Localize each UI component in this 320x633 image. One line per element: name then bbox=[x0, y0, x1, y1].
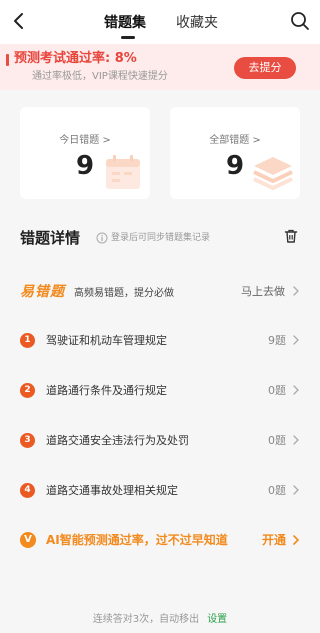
easy-mistakes-row[interactable]: 易错题 高频易错题，提分必做 马上去做 bbox=[0, 275, 320, 309]
chevron-right-icon bbox=[293, 485, 299, 495]
ai-prediction-text: AI智能预测通过率，过不过早知道 bbox=[46, 533, 228, 547]
item-count: 0题 bbox=[268, 434, 286, 447]
settings-link[interactable]: 设置 bbox=[207, 614, 227, 625]
item-title: 道路交通事故处理相关规定 bbox=[46, 484, 178, 497]
item-title: 道路通行条件及通行规定 bbox=[46, 384, 167, 397]
chevron-right-icon bbox=[293, 385, 299, 395]
item-number-badge: 4 bbox=[20, 483, 35, 498]
today-mistakes-label: 今日错题 > bbox=[59, 135, 111, 146]
start-now-link[interactable]: 马上去做 bbox=[241, 283, 285, 299]
chevron-right-icon bbox=[293, 435, 299, 445]
item-count: 0题 bbox=[268, 484, 286, 497]
promo-subtitle: 通过率极低，VIP课程快速提分 bbox=[32, 71, 168, 82]
activate-link[interactable]: 开通 bbox=[262, 532, 286, 548]
category-item-violations[interactable]: 3 道路交通安全违法行为及处罚 0题 bbox=[0, 426, 320, 456]
active-tab-indicator bbox=[121, 36, 135, 39]
back-arrow-icon[interactable] bbox=[8, 10, 30, 32]
chevron-right-icon bbox=[293, 286, 299, 296]
calendar-icon bbox=[106, 155, 140, 189]
item-count: 0题 bbox=[268, 384, 286, 397]
item-title: 驾驶证和机动车管理规定 bbox=[46, 334, 167, 347]
tab-mistakes[interactable]: 错题集 bbox=[104, 14, 146, 32]
category-item-traffic-rules[interactable]: 2 道路通行条件及通行规定 0题 bbox=[0, 376, 320, 406]
auto-remove-footer: 连续答对3次，自动移出 设置 bbox=[0, 613, 320, 626]
trash-icon[interactable] bbox=[283, 228, 299, 244]
promo-title: 预测考试通过率: 8% bbox=[14, 51, 137, 66]
login-sync-hint[interactable]: 登录后可同步错题集记录 bbox=[111, 232, 210, 244]
easy-mistakes-logo: 易错题 bbox=[20, 284, 65, 300]
promo-banner: 预测考试通过率: 8% 通过率极低，VIP课程快速提分 去提分 bbox=[0, 44, 320, 90]
category-item-accidents[interactable]: 4 道路交通事故处理相关规定 0题 bbox=[0, 476, 320, 506]
item-number-badge: 2 bbox=[20, 383, 35, 398]
all-mistakes-label: 全部错题 > bbox=[209, 135, 261, 146]
auto-remove-text: 连续答对3次，自动移出 bbox=[92, 614, 200, 625]
chevron-right-icon bbox=[293, 535, 300, 545]
item-count: 9题 bbox=[268, 334, 286, 347]
ai-prediction-row[interactable]: V AI智能预测通过率，过不过早知道 开通 bbox=[0, 526, 320, 556]
all-mistakes-card[interactable]: 全部错题 > 9 bbox=[170, 107, 300, 199]
boost-score-button[interactable]: 去提分 bbox=[234, 57, 296, 79]
chevron-right-icon bbox=[293, 335, 299, 345]
search-icon[interactable] bbox=[290, 11, 310, 31]
easy-mistakes-description: 高频易错题，提分必做 bbox=[74, 288, 174, 299]
top-nav-bar: 错题集 收藏夹 bbox=[0, 0, 320, 44]
info-icon bbox=[96, 232, 108, 244]
vip-badge-icon: V bbox=[20, 532, 36, 548]
item-number-badge: 3 bbox=[20, 433, 35, 448]
detail-section-title: 错题详情 bbox=[20, 229, 81, 247]
item-number-badge: 1 bbox=[20, 333, 35, 348]
promo-accent-bar bbox=[6, 54, 9, 66]
stacked-layers-icon bbox=[253, 157, 293, 191]
tab-favorites[interactable]: 收藏夹 bbox=[176, 14, 218, 32]
item-title: 道路交通安全违法行为及处罚 bbox=[46, 434, 189, 447]
today-mistakes-card[interactable]: 今日错题 > 9 bbox=[20, 107, 150, 199]
category-item-license-rules[interactable]: 1 驾驶证和机动车管理规定 9题 bbox=[0, 326, 320, 356]
